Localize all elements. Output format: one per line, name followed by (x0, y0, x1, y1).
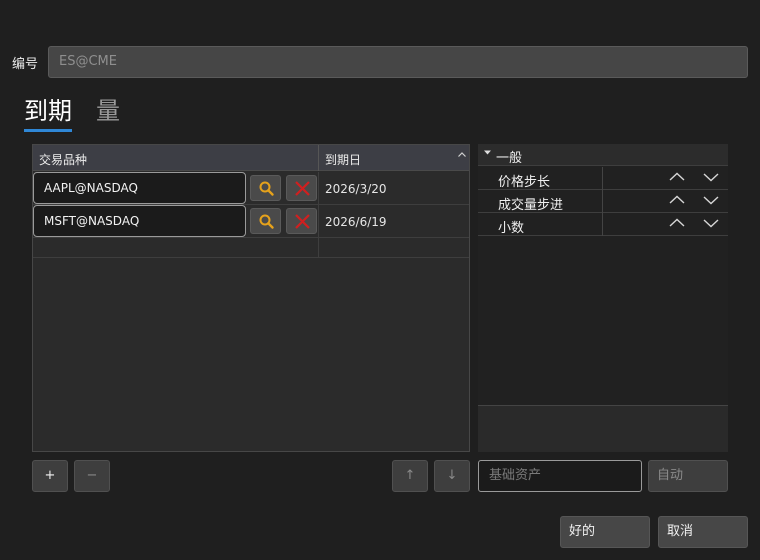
property-grid: 一般 价格步长 成交量步进 小数 (478, 144, 728, 406)
table-header: 交易品种 到期日 (33, 145, 469, 171)
tab-expiry[interactable]: 到期 (24, 96, 72, 126)
auto-button[interactable]: 自动 (648, 460, 728, 492)
table-row[interactable]: AAPL@NASDAQ 2026/3/20 (33, 172, 469, 205)
search-icon (258, 213, 275, 234)
underlying-asset-input[interactable]: 基础资产 (478, 460, 642, 492)
cell-divider (318, 237, 319, 258)
column-header-expiry[interactable]: 到期日 (325, 151, 361, 168)
move-down-button[interactable]: ↓ (434, 460, 470, 492)
property-row-volume-step[interactable]: 成交量步进 (478, 190, 728, 213)
chevron-up-icon[interactable] (668, 193, 686, 211)
property-description-pane (478, 405, 728, 452)
symbol-input[interactable]: MSFT@NASDAQ (33, 205, 246, 237)
property-row-decimals[interactable]: 小数 (478, 213, 728, 236)
property-label: 小数 (498, 221, 525, 236)
property-divider (602, 213, 603, 236)
property-group-header[interactable]: 一般 (478, 144, 728, 166)
property-group-title: 一般 (496, 151, 523, 166)
remove-button[interactable]: − (74, 460, 110, 492)
cell-divider (318, 205, 319, 238)
table-row[interactable]: MSFT@NASDAQ 2026/6/19 (33, 205, 469, 238)
search-button[interactable] (250, 175, 281, 201)
remove-icon (294, 213, 311, 234)
chevron-down-icon[interactable] (702, 170, 720, 188)
chevron-up-icon[interactable] (668, 216, 686, 234)
id-label: 编号 (12, 57, 39, 72)
property-divider (602, 190, 603, 213)
cell-divider (318, 172, 319, 205)
property-label: 成交量步进 (498, 198, 564, 213)
property-divider (602, 167, 603, 190)
id-input[interactable]: ES@CME (48, 46, 748, 78)
chevron-down-icon[interactable] (702, 193, 720, 211)
expiry-value[interactable]: 2026/3/20 (325, 182, 387, 196)
move-up-button[interactable]: ↑ (392, 460, 428, 492)
chevron-down-icon[interactable] (702, 216, 720, 234)
caret-down-icon[interactable] (483, 148, 492, 160)
property-label: 价格步长 (498, 175, 551, 190)
column-header-symbol[interactable]: 交易品种 (39, 151, 87, 168)
ok-button[interactable]: 好的 (560, 516, 650, 548)
expiry-value[interactable]: 2026/6/19 (325, 215, 387, 229)
search-button[interactable] (250, 208, 281, 234)
sort-asc-icon[interactable] (457, 150, 467, 163)
expiry-table: 交易品种 到期日 AAPL@NASDAQ 2026/3/20 MSFT@NASD… (32, 144, 470, 452)
empty-row[interactable] (33, 237, 469, 258)
search-icon (258, 180, 275, 201)
remove-icon (294, 180, 311, 201)
remove-row-button[interactable] (286, 208, 317, 234)
column-divider[interactable] (318, 145, 319, 171)
remove-row-button[interactable] (286, 175, 317, 201)
property-row-price-step[interactable]: 价格步长 (478, 167, 728, 190)
chevron-up-icon[interactable] (668, 170, 686, 188)
symbol-input[interactable]: AAPL@NASDAQ (33, 172, 246, 204)
tab-volume[interactable]: 量 (96, 96, 120, 126)
active-tab-indicator (24, 129, 72, 132)
add-button[interactable]: + (32, 460, 68, 492)
cancel-button[interactable]: 取消 (658, 516, 748, 548)
